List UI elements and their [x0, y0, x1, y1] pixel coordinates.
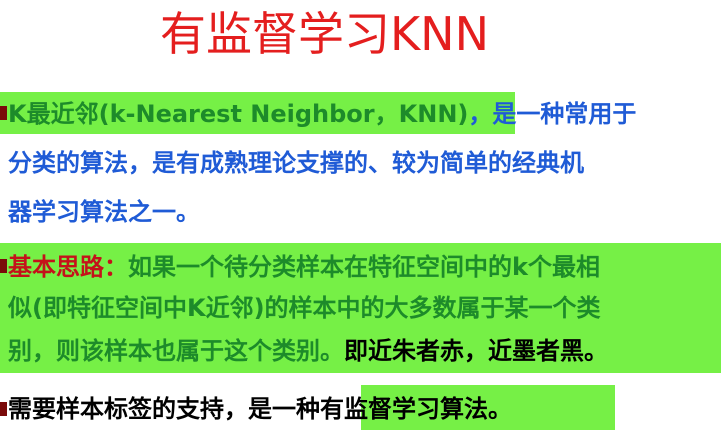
para1-line1: K最近邻(k-Nearest Neighbor，KNN)，是一种常用于: [8, 98, 636, 130]
bullet-1: [0, 106, 7, 120]
bullet-3: [0, 402, 7, 416]
para1-line2: 分类的算法，是有成熟理论支撑的、较为简单的经典机: [8, 149, 584, 177]
para2-line3-text: 别，则该样本也属于这个类别。: [8, 337, 344, 365]
para3-highlight-text: 有监督学习算法。: [320, 395, 512, 423]
para2-idiom: 即近朱者赤，近墨者黑。: [344, 337, 608, 365]
bullet-2: [0, 259, 7, 273]
page-title: 有监督学习KNN: [160, 7, 489, 61]
para3-prefix: 需要样本标签的支持，是一种: [8, 395, 320, 423]
basic-idea-label: 基本思路：: [8, 253, 128, 281]
para2-line1-text: 如果一个待分类样本在特征空间中的k个最相: [128, 253, 600, 281]
para2-line1: 基本思路：如果一个待分类样本在特征空间中的k个最相: [8, 251, 600, 283]
para2-line2: 似(即特征空间中K近邻)的样本中的大多数属于某一个类: [8, 294, 601, 322]
para2-line3: 别，则该样本也属于这个类别。即近朱者赤，近墨者黑。: [8, 335, 608, 367]
para3-line: 需要样本标签的支持，是一种有监督学习算法。: [8, 393, 512, 425]
para1-highlight-text: K最近邻(k-Nearest Neighbor，KNN): [8, 100, 469, 128]
para1-line3: 器学习算法之一。: [8, 198, 200, 226]
para1-line1-rest: ，是一种常用于: [468, 100, 637, 128]
